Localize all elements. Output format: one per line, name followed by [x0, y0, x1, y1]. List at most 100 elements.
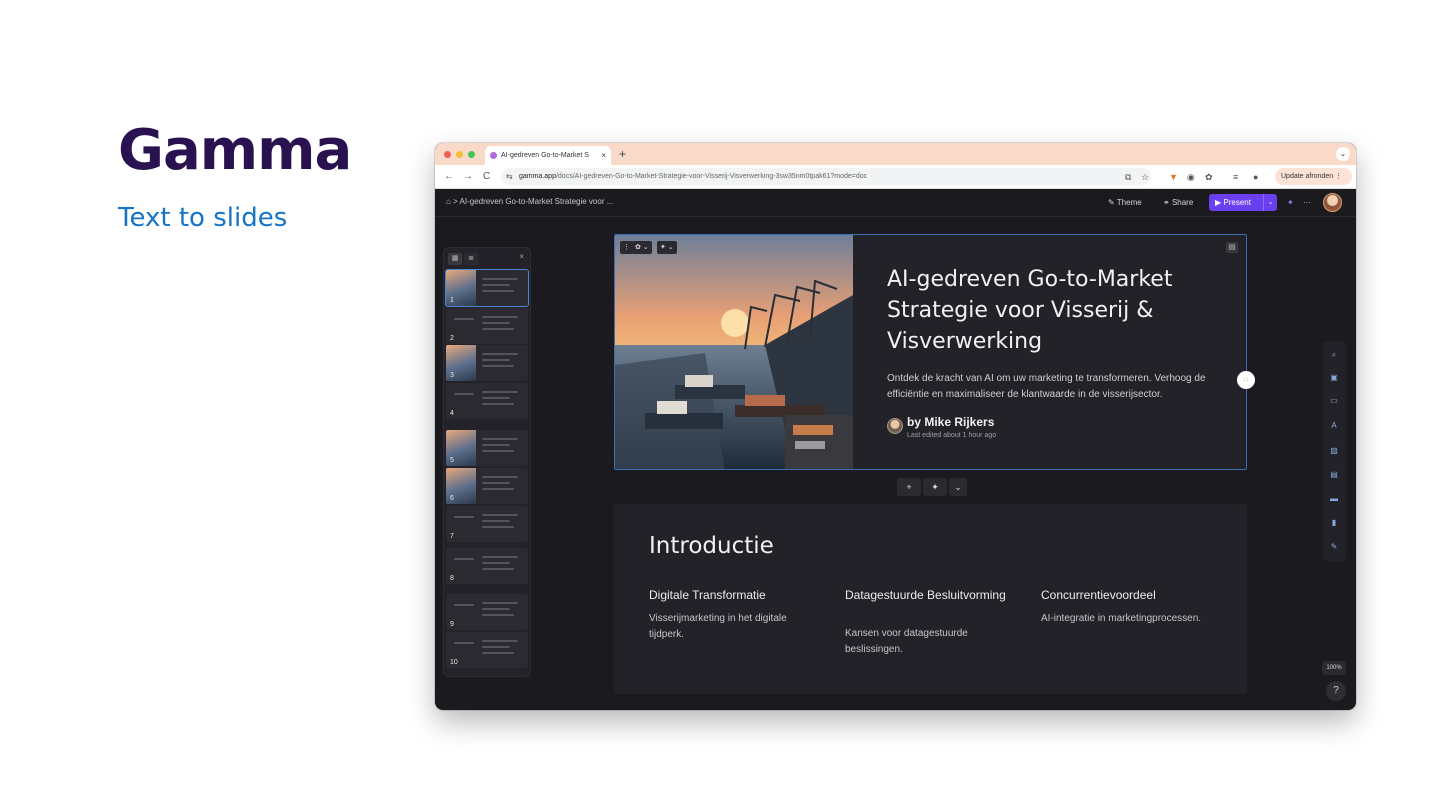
media-control-icon[interactable]: ≡	[1233, 171, 1238, 183]
home-icon[interactable]: ⌂	[446, 197, 451, 206]
introduction-slide-card[interactable]: Introductie Digitale Transformatie Visse…	[614, 504, 1247, 694]
hero-title: Gamma	[118, 118, 352, 183]
column-desc-1[interactable]: Visserijmarketing in het digitale tijdpe…	[649, 611, 819, 643]
slide-thumbnail[interactable]: 5	[446, 430, 528, 466]
card-layout-icon[interactable]: ▤	[1226, 242, 1238, 253]
link-icon: ⚭	[1163, 198, 1172, 207]
embed-icon[interactable]: ▬	[1328, 493, 1340, 505]
slide-title[interactable]: Introductie	[649, 533, 774, 559]
back-arrow-icon[interactable]: ←	[444, 169, 454, 185]
thumbnail-text-line	[482, 646, 510, 648]
url-input[interactable]: ⇆ gamma.app/docs/AI-gedreven-Go-to-Marke…	[501, 168, 1151, 185]
more-card-options-icon[interactable]: ⌄	[949, 478, 967, 496]
slide-title[interactable]: AI-gedreven Go-to-Market Strategie voor …	[887, 264, 1227, 357]
thumbnail-number: 2	[450, 335, 454, 342]
thumbnail-text-line	[482, 556, 518, 558]
column-title-3[interactable]: Concurrentievoordeel	[1041, 587, 1216, 603]
ai-generate-button[interactable]: ✦	[923, 478, 947, 496]
address-bar: ← → C ⇆ gamma.app/docs/AI-gedreven-Go-to…	[435, 165, 1356, 189]
grid-view-icon[interactable]: ▦	[448, 253, 462, 265]
install-app-icon[interactable]: ⧉	[1125, 171, 1131, 183]
present-button[interactable]: ▶ Present ⌄	[1209, 194, 1277, 211]
zoom-level[interactable]: 100%	[1322, 661, 1346, 675]
slide-thumbnail[interactable]: 6	[446, 468, 528, 504]
minimize-window-dot[interactable]	[456, 151, 463, 158]
thumbnail-text-line	[482, 403, 514, 405]
ai-sparkle-icon[interactable]: ✦	[1287, 198, 1294, 207]
slide-thumbnail[interactable]: 7	[446, 506, 528, 542]
slide-description[interactable]: Ontdek de kracht van AI om uw marketing …	[887, 371, 1222, 403]
maximize-window-dot[interactable]	[468, 151, 475, 158]
search-icon[interactable]: ⌕	[1328, 349, 1340, 361]
list-view-icon[interactable]: ≣	[464, 253, 478, 265]
url-host: gamma.app	[519, 173, 556, 180]
theme-button[interactable]: ✎ Theme	[1108, 198, 1142, 207]
thumbnail-text-line	[482, 652, 514, 654]
column-title-2[interactable]: Datagestuurde Besluitvorming	[845, 587, 1020, 603]
thumbnail-text-line	[482, 482, 510, 484]
tab-search-button[interactable]: ⌄	[1336, 147, 1350, 161]
thumbnail-text-line	[482, 391, 518, 393]
thumbnail-number: 7	[450, 533, 454, 540]
column-desc-3[interactable]: AI-integratie in marketingprocessen.	[1041, 611, 1211, 627]
fox-extension-icon[interactable]: ▼	[1169, 171, 1178, 183]
slide-thumbnail[interactable]: 1	[445, 269, 529, 307]
update-button[interactable]: Update afronden ⋮	[1275, 168, 1352, 185]
thumbnail-text-line	[482, 614, 514, 616]
slide-thumbnail[interactable]: 8	[446, 548, 528, 584]
avatar[interactable]	[1323, 193, 1342, 212]
app-header: ⌂ > AI-gedreven Go-to-Market Strategie v…	[435, 189, 1356, 217]
chart-icon[interactable]: ▮	[1328, 517, 1340, 529]
site-settings-icon[interactable]: ⇆	[506, 168, 513, 185]
edit-icon[interactable]: ✎	[1328, 541, 1340, 553]
slide-thumbnail[interactable]: 2	[446, 308, 528, 344]
text-icon[interactable]: A	[1328, 420, 1340, 432]
profile-icon[interactable]: ●	[1253, 171, 1258, 183]
slide-thumbnail[interactable]: 9	[446, 594, 528, 630]
layout-icon[interactable]: ▭	[1328, 395, 1340, 407]
thumbnail-text-line	[482, 488, 514, 490]
card-ai-edit-icon[interactable]: ✦ ⌄	[657, 241, 677, 254]
share-button[interactable]: ⚭ Share	[1163, 198, 1193, 207]
thumbnail-text-line	[482, 568, 514, 570]
card-style-icon[interactable]: ✿ ⌄	[632, 241, 652, 254]
column-title-1[interactable]: Digitale Transformatie	[649, 587, 824, 603]
bookmark-star-icon[interactable]: ☆	[1141, 171, 1149, 183]
thumbnail-text-line	[482, 450, 514, 452]
reload-icon[interactable]: C	[483, 169, 490, 185]
thumbnail-text-line	[482, 353, 518, 355]
close-window-dot[interactable]	[444, 151, 451, 158]
breadcrumb-doc-title[interactable]: > AI-gedreven Go-to-Market Strategie voo…	[453, 197, 613, 206]
close-panel-icon[interactable]: ×	[519, 252, 524, 261]
breadcrumb[interactable]: ⌂ > AI-gedreven Go-to-Market Strategie v…	[446, 197, 613, 206]
slide-thumbnail[interactable]: 10	[446, 632, 528, 668]
url-path: /docs/AI-gedreven-Go-to-Market-Strategie…	[555, 173, 868, 180]
thumbnail-number: 10	[450, 659, 458, 666]
thumbnail-number: 9	[450, 621, 454, 628]
tab-close-icon[interactable]: ×	[601, 146, 606, 165]
slide-thumbnail[interactable]: 4	[446, 383, 528, 419]
thumbnail-text-line	[482, 316, 518, 318]
thumbnail-text-line	[482, 520, 510, 522]
tab-bar: AI-gedreven Go-to-Market S × + ⌄	[435, 143, 1356, 165]
slide-thumbnail[interactable]: 3	[446, 345, 528, 381]
browser-tab[interactable]: AI-gedreven Go-to-Market S ×	[485, 146, 611, 165]
cards-icon[interactable]: ▣	[1328, 372, 1340, 384]
tab-title: AI-gedreven Go-to-Market S	[501, 152, 589, 159]
new-tab-button[interactable]: +	[619, 146, 626, 162]
table-icon[interactable]: ▤	[1328, 469, 1340, 481]
present-dropdown-icon[interactable]: ⌄	[1263, 194, 1277, 211]
more-options-icon[interactable]: ···	[1303, 198, 1311, 207]
puzzle-extensions-icon[interactable]: ✿	[1205, 171, 1213, 183]
add-card-button[interactable]: +	[897, 478, 921, 496]
forward-arrow-icon[interactable]: →	[463, 169, 473, 185]
image-icon[interactable]: ▨	[1328, 445, 1340, 457]
thumbnail-text-line	[482, 278, 518, 280]
palette-icon: ✎	[1108, 198, 1117, 207]
column-desc-2[interactable]: Kansen voor datagestuurde beslissingen.	[845, 626, 1015, 658]
thumbnail-text-line	[482, 284, 510, 286]
title-slide-card[interactable]: ⋮ ✿ ⌄ ✦ ⌄ ▤ AI-gedreven Go-to-Market Str…	[614, 234, 1247, 470]
comment-icon[interactable]: ◌	[1237, 371, 1255, 389]
help-button[interactable]: ?	[1326, 681, 1346, 701]
extension-icon[interactable]: ◉	[1187, 171, 1195, 183]
